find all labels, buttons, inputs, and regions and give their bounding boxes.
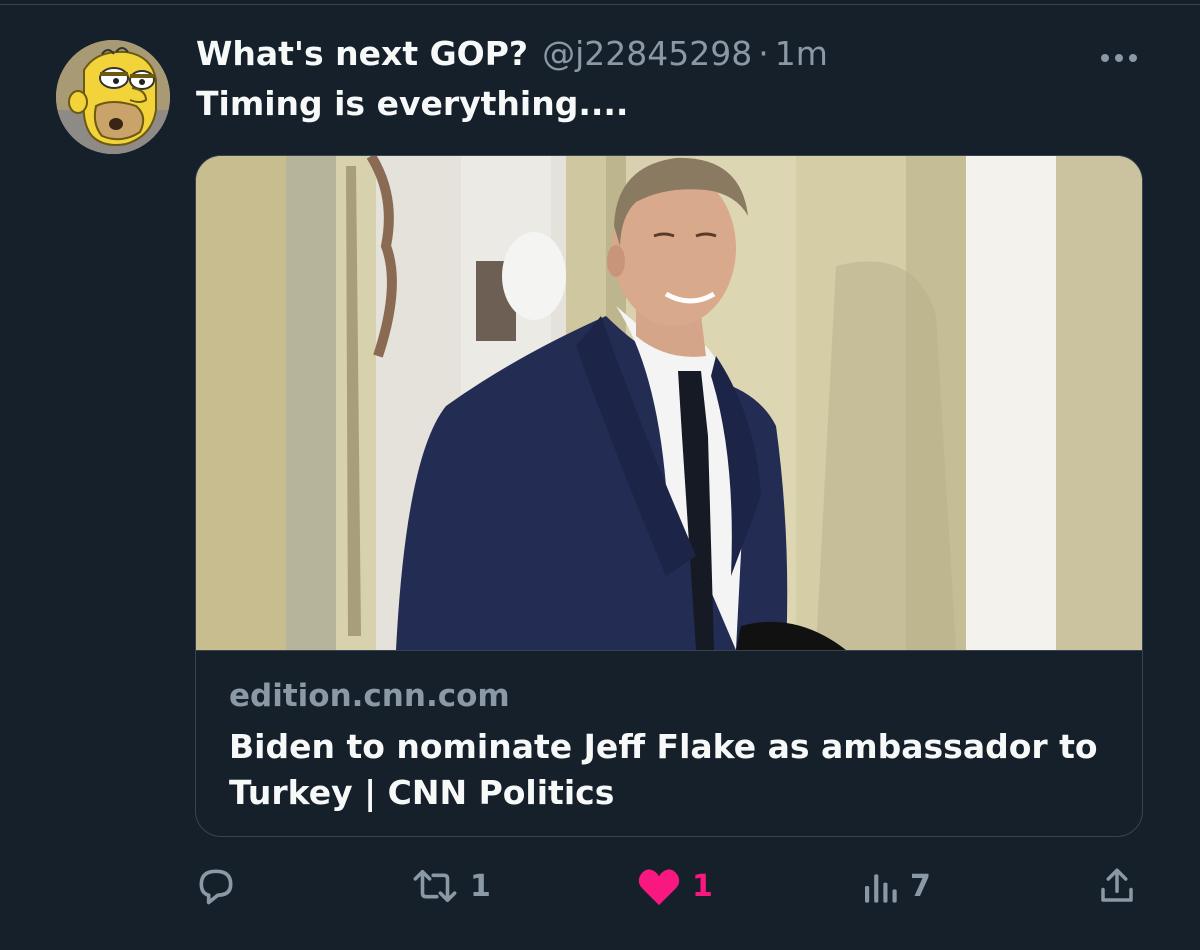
share-button[interactable] xyxy=(1096,858,1148,914)
reply-button[interactable] xyxy=(194,858,248,914)
tweet-timestamp[interactable]: 1m xyxy=(775,34,828,73)
views-count: 7 xyxy=(910,868,931,904)
more-options-button[interactable] xyxy=(1092,44,1146,72)
views-button[interactable]: 7 xyxy=(860,858,931,914)
tweet-actions: 1 1 7 xyxy=(0,858,1200,914)
author-handle[interactable]: @j22845298 xyxy=(542,34,752,73)
card-title: Biden to nominate Jeff Flake as ambassad… xyxy=(229,727,1098,812)
retweet-count: 1 xyxy=(470,868,491,904)
article-image xyxy=(196,156,1142,650)
reply-icon xyxy=(199,869,233,905)
tweet-header: What's next GOP? @j22845298 · 1m xyxy=(196,34,1076,80)
more-dots-icon xyxy=(1101,54,1137,62)
author-avatar[interactable] xyxy=(56,40,170,154)
retweet-button[interactable]: 1 xyxy=(410,858,491,914)
tweet-text: Timing is everything.... xyxy=(196,84,629,123)
separator-dot: · xyxy=(758,34,769,73)
author-name[interactable]: What's next GOP? xyxy=(196,34,528,73)
analytics-icon xyxy=(865,874,897,903)
like-count: 1 xyxy=(692,868,713,904)
like-button[interactable]: 1 xyxy=(636,858,713,914)
homer-simpson-avatar-icon xyxy=(56,40,170,154)
retweet-icon xyxy=(413,869,457,903)
tweet[interactable]: What's next GOP? @j22845298 · 1m Timing … xyxy=(0,0,1200,950)
card-domain: edition.cnn.com xyxy=(229,678,510,714)
heart-filled-icon xyxy=(638,869,680,906)
card-divider xyxy=(196,650,1142,651)
share-icon xyxy=(1101,868,1133,902)
link-preview-card[interactable]: edition.cnn.com Biden to nominate Jeff F… xyxy=(195,155,1143,837)
